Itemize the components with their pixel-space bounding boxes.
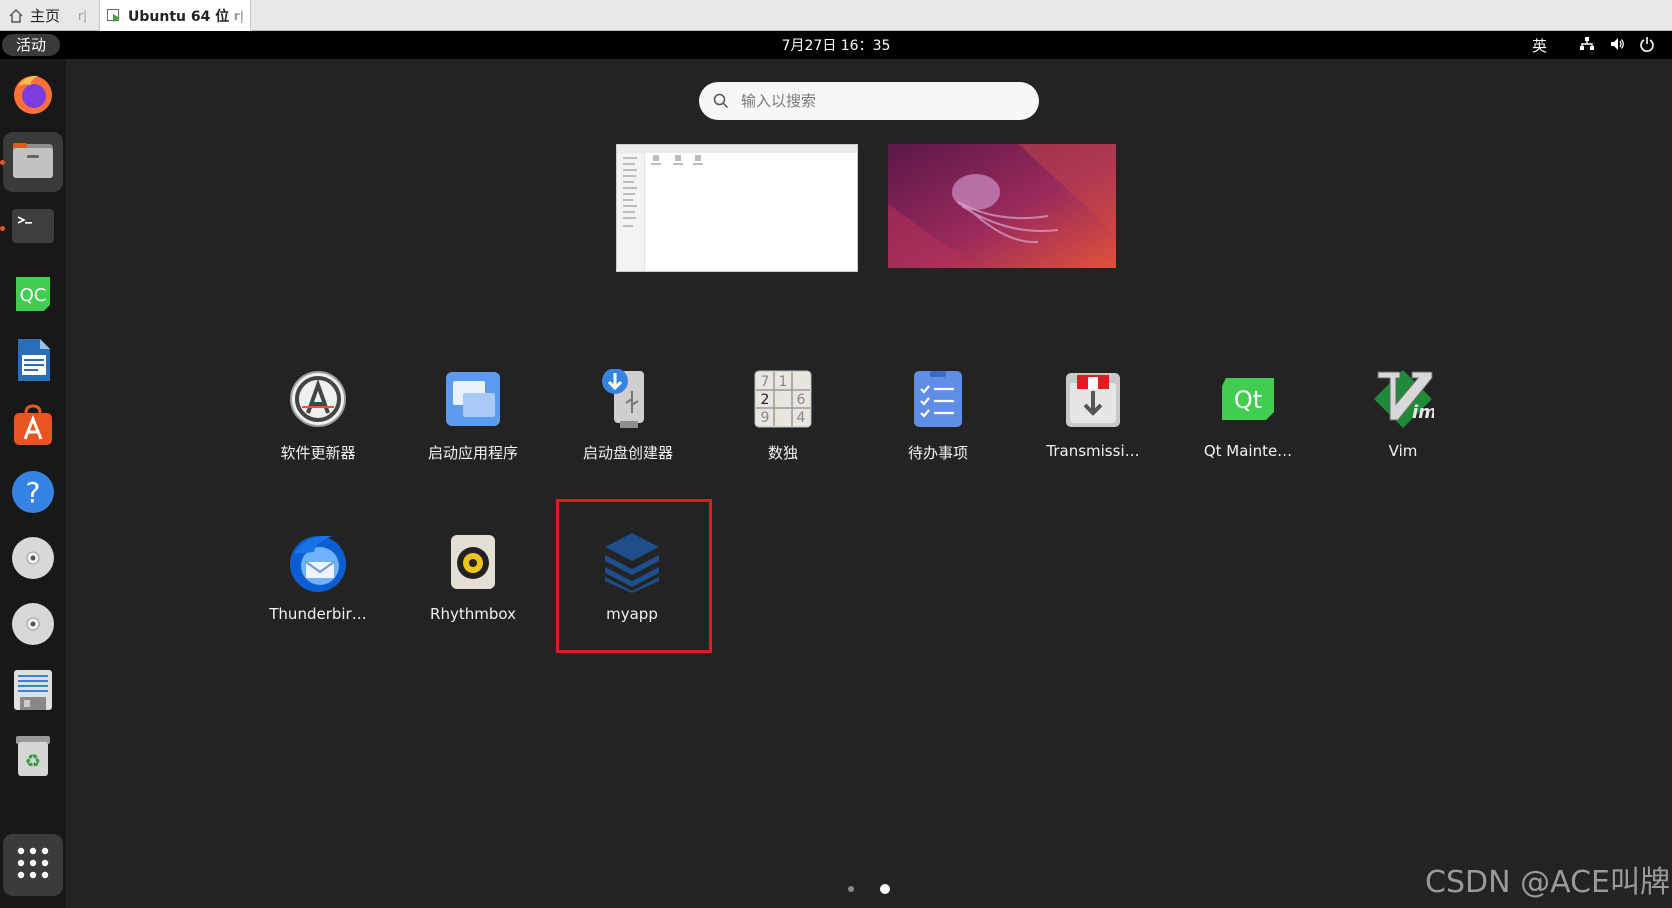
svg-text:Qt: Qt xyxy=(1234,386,1262,414)
tab-ubuntu-label: Ubuntu 64 位 xyxy=(128,8,230,25)
highlight-box xyxy=(556,499,712,653)
app-label: Rhythmbox xyxy=(430,605,516,623)
app-label: 软件更新器 xyxy=(280,444,356,462)
window-preview xyxy=(617,145,857,227)
trash-icon: ♻ xyxy=(10,733,56,783)
qt-creator-icon: QC xyxy=(10,271,56,321)
app-label: Thunderbir… xyxy=(269,605,367,623)
running-indicator xyxy=(0,160,5,165)
dock-terminal[interactable] xyxy=(3,198,63,258)
app-transmission[interactable]: Transmissi… xyxy=(1018,366,1168,460)
volume-icon[interactable] xyxy=(1608,34,1626,54)
todo-icon xyxy=(905,366,971,432)
workspace-thumbnail-2[interactable] xyxy=(888,144,1116,268)
app-label: 待办事项 xyxy=(907,444,968,462)
tab-home-label: 主页 xyxy=(30,7,61,25)
dock: QC ? ♻ xyxy=(0,59,66,908)
thunderbird-icon xyxy=(285,529,351,595)
dock-trash[interactable]: ♻ xyxy=(3,728,63,788)
app-thunderbird[interactable]: Thunderbir… xyxy=(243,529,393,623)
rhythmbox-icon xyxy=(440,529,506,595)
app-startup-applications[interactable]: 启动应用程序 xyxy=(398,366,548,463)
clock[interactable]: 7月27日 16：35 xyxy=(0,35,1672,55)
svg-text:im: im xyxy=(1412,402,1434,423)
workspace-thumbnail-1[interactable] xyxy=(616,144,858,272)
app-vim[interactable]: im Vim xyxy=(1328,366,1478,460)
dock-firefox[interactable] xyxy=(3,66,63,126)
sudoku-icon: 7 1 2 6 9 4 xyxy=(750,366,816,432)
svg-text:?: ? xyxy=(26,476,41,509)
cdrom-icon xyxy=(10,601,56,651)
svg-text:QC: QC xyxy=(20,285,47,306)
text-editor-icon xyxy=(10,667,56,717)
dock-files[interactable] xyxy=(3,132,63,192)
running-indicator xyxy=(0,226,5,231)
dock-help[interactable]: ? xyxy=(3,464,63,524)
tab-home[interactable]: 主页 r| xyxy=(6,0,93,31)
folder-icon xyxy=(10,137,56,187)
dock-disc-2[interactable] xyxy=(3,596,63,656)
svg-text:7: 7 xyxy=(761,374,770,390)
app-qt-maintenance[interactable]: Qt Qt Mainte… xyxy=(1173,366,1323,460)
network-icon[interactable] xyxy=(1578,34,1596,54)
app-grid-icon xyxy=(15,845,51,885)
search-bar[interactable] xyxy=(699,82,1039,120)
help-icon: ? xyxy=(10,469,56,519)
firefox-icon xyxy=(10,71,56,121)
app-label: Vim xyxy=(1388,442,1418,460)
dock-qt-creator[interactable]: QC xyxy=(3,266,63,326)
qt-maintenance-icon: Qt xyxy=(1215,366,1281,432)
tab-close-icon[interactable]: r| xyxy=(234,9,244,23)
usb-creator-icon xyxy=(595,366,661,432)
page-dot-2[interactable] xyxy=(880,884,890,894)
tab-ubuntu[interactable]: Ubuntu 64 位 r| xyxy=(99,0,251,31)
app-rhythmbox[interactable]: Rhythmbox xyxy=(398,529,548,623)
software-updater-icon xyxy=(285,366,351,432)
transmission-icon xyxy=(1060,366,1126,432)
app-label: 启动盘创建器 xyxy=(582,444,673,462)
svg-text:4: 4 xyxy=(797,410,806,426)
software-store-icon xyxy=(10,403,56,453)
svg-text:1: 1 xyxy=(779,374,788,390)
watermark: CSDN @ACE叫牌 xyxy=(1425,865,1670,900)
dock-writer[interactable] xyxy=(3,332,63,392)
app-software-updater[interactable]: 软件更新器 xyxy=(243,366,393,463)
home-icon xyxy=(8,8,24,24)
dock-software[interactable] xyxy=(3,398,63,458)
app-label: 数独 xyxy=(767,444,798,462)
dock-disc-1[interactable] xyxy=(3,530,63,590)
system-tray[interactable] xyxy=(1578,34,1656,54)
app-label: Qt Mainte… xyxy=(1203,442,1293,460)
writer-icon xyxy=(10,337,56,387)
search-icon xyxy=(713,93,729,109)
dock-text-editor[interactable] xyxy=(3,662,63,722)
svg-text:2: 2 xyxy=(761,392,770,408)
search-input[interactable] xyxy=(741,92,1001,110)
vim-icon: im xyxy=(1370,366,1436,432)
app-sudoku[interactable]: 7 1 2 6 9 4 数独 xyxy=(708,366,858,463)
svg-text:6: 6 xyxy=(797,392,806,408)
svg-text:9: 9 xyxy=(761,410,770,426)
show-apps-button[interactable] xyxy=(3,834,63,896)
cdrom-icon xyxy=(10,535,56,585)
vm-tab-bar: 主页 r| Ubuntu 64 位 r| xyxy=(0,0,1672,31)
app-usb-creator[interactable]: 启动盘创建器 xyxy=(553,366,703,463)
wallpaper-preview xyxy=(888,144,1116,268)
app-todo[interactable]: 待办事项 xyxy=(863,366,1013,463)
svg-text:♻: ♻ xyxy=(25,751,41,772)
page-dot-1[interactable] xyxy=(848,886,854,892)
vm-window: { "vm_tabs": { "home": {"label": "主页", "… xyxy=(0,0,1672,908)
startup-apps-icon xyxy=(440,366,506,432)
app-label: Transmissi… xyxy=(1046,442,1140,460)
power-icon[interactable] xyxy=(1638,34,1656,54)
input-method-indicator[interactable]: 英 xyxy=(1532,35,1547,56)
app-label: 启动应用程序 xyxy=(427,444,518,462)
vm-play-icon xyxy=(106,8,122,24)
gnome-top-bar: 活动 7月27日 16：35 英 xyxy=(0,31,1672,59)
tab-close-icon[interactable]: r| xyxy=(78,9,87,23)
terminal-icon xyxy=(10,203,56,253)
